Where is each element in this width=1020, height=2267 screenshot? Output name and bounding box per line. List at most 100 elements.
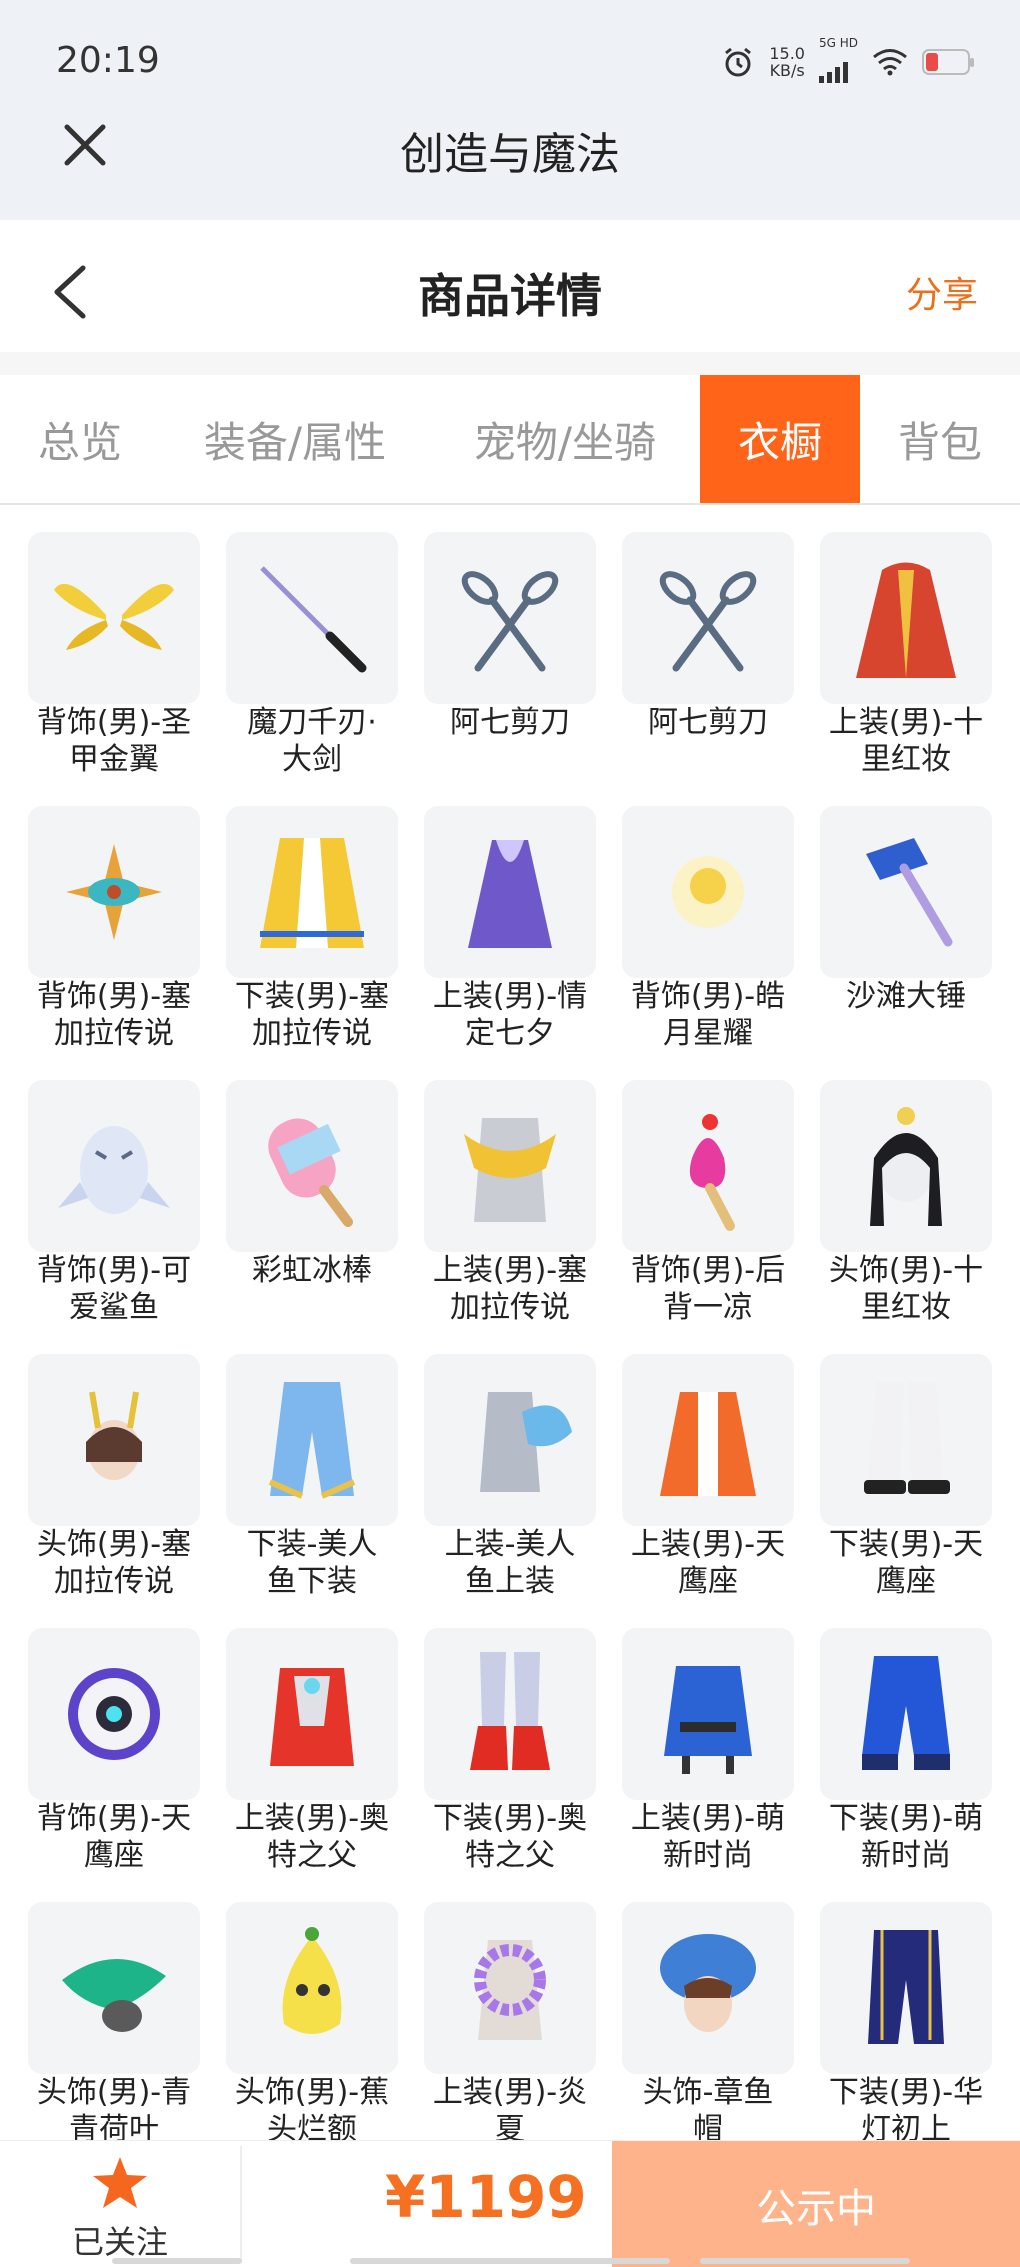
item-name-line: 下装(男)-奥 [432,1801,588,1836]
wardrobe-grid: 背饰(男)-圣 甲金翼 魔刀千刃· 大剑 阿七剪刀 阿七剪刀 上装(男)-十 里红妆 背饰(男)… [0,505,1020,2141]
signal-label: 5G HD [818,35,858,50]
golden-skirt-icon [226,806,398,978]
price: ¥1199 [385,2163,587,2231]
divider [240,2146,242,2263]
item-name: 下装(男)-天 鹰座 [806,1526,1006,1600]
wardrobe-item[interactable]: 上装(男)-炎夏 [424,1902,596,2141]
banana-hat-icon [226,1902,398,2074]
wardrobe-item[interactable]: 上装(男)-塞 加拉传说 [424,1080,596,1326]
item-name-line: 加拉传说 [450,1290,570,1325]
item-name: 上装(男)-塞 加拉传说 [410,1252,610,1326]
glowing-orb-icon [622,806,794,978]
wardrobe-item[interactable]: 阿七剪刀 [424,532,596,741]
gesture-indicator [700,2258,910,2264]
wardrobe-item[interactable]: 头饰-章鱼帽 [622,1902,794,2141]
wardrobe-item[interactable]: 上装(男)-天 鹰座 [622,1354,794,1600]
item-name-line: 鹰座 [678,1564,738,1599]
wardrobe-item[interactable]: 上装(男)-奥 特之父 [226,1628,398,1874]
item-name: 背饰(男)-圣 甲金翼 [14,704,214,778]
item-name: 背饰(男)-塞 加拉传说 [14,978,214,1052]
flower-lei-icon [424,1902,596,2074]
item-name-line: 帽 [693,2112,723,2141]
wardrobe-item[interactable]: 背饰(男)-天 鹰座 [28,1628,200,1874]
wardrobe-item[interactable]: 上装(男)-情 定七夕 [424,806,596,1052]
section-divider [0,352,1020,376]
item-name-line: 头烂额 [267,2112,357,2141]
tab-item[interactable]: 总览 [0,375,160,503]
item-name-line: 大剑 [282,742,342,777]
net-speed: 15.0 KB/s [769,44,805,80]
item-name-line: 上装(男)-十 [828,705,984,740]
wardrobe-item[interactable]: 上装(男)-萌 新时尚 [622,1628,794,1874]
wardrobe-item[interactable]: 沙滩大锤 [820,806,992,1015]
item-name-line: 青荷叶 [69,2112,159,2141]
wardrobe-item[interactable]: 下装(男)-萌 新时尚 [820,1628,992,1874]
golden-eye-ornament-icon [28,806,200,978]
item-name-line: 加拉传说 [252,1016,372,1051]
item-name-line: 背饰(男)-后 [630,1253,786,1288]
item-name-line: 月星耀 [663,1016,753,1051]
wardrobe-item[interactable]: 彩虹冰棒 [226,1080,398,1289]
tab-item[interactable]: 装备/属性 [160,375,430,503]
item-name: 上装(男)-萌 新时尚 [608,1800,808,1874]
wardrobe-item[interactable]: 魔刀千刃· 大剑 [226,532,398,778]
follow-button[interactable]: 已关注 [50,2155,190,2263]
item-name-line: 灯初上 [861,2112,951,2141]
wardrobe-item[interactable]: 阿七剪刀 [622,532,794,741]
item-name-line: 夏 [495,2112,525,2141]
wardrobe-item[interactable]: 头饰(男)-青 青荷叶 [28,1902,200,2141]
item-name-line: 新时尚 [861,1838,951,1873]
item-name-line: 下装(男)-天 [828,1527,984,1562]
item-name: 上装-美人 鱼上装 [410,1526,610,1600]
wardrobe-item[interactable]: 头饰(男)-塞 加拉传说 [28,1354,200,1600]
item-name-line: 背一凉 [663,1290,753,1325]
wardrobe-item[interactable]: 上装-美人 鱼上装 [424,1354,596,1600]
bottom-action-bar: 已关注 ¥1199 公示中 [0,2140,1020,2267]
wardrobe-item[interactable]: 背饰(男)-可 爱鲨鱼 [28,1080,200,1326]
app-top-bar: 20:19 15.0 KB/s 5G HD 创造与魔法 [0,0,1020,220]
item-name: 下装(男)-华 灯初上 [806,2074,1006,2141]
wardrobe-item[interactable]: 背饰(男)-后 背一凉 [622,1080,794,1326]
wardrobe-item[interactable]: 背饰(男)-塞 加拉传说 [28,806,200,1052]
wardrobe-item[interactable]: 背饰(男)-圣 甲金翼 [28,532,200,778]
golden-wings-icon [28,532,200,704]
wardrobe-item[interactable]: 下装(男)-华 灯初上 [820,1902,992,2141]
wifi-icon [873,49,907,76]
item-name: 背饰(男)-皓 月星耀 [608,978,808,1052]
share-button[interactable]: 分享 [906,266,978,318]
tab-item[interactable]: 背包 [860,375,1020,503]
shark-icon [28,1080,200,1252]
status-button[interactable]: 公示中 [612,2141,1020,2267]
wardrobe-item[interactable]: 背饰(男)-皓 月星耀 [622,806,794,1052]
tab-bar: 总览 装备/属性 宠物/坐骑 衣橱 背包 [0,375,1020,505]
wardrobe-item[interactable]: 上装(男)-十 里红妆 [820,532,992,778]
item-name-line: 背饰(男)-圣 [36,705,192,740]
item-name-line: 头饰(男)-蕉 [234,2075,390,2110]
wardrobe-item[interactable]: 下装(男)-奥 特之父 [424,1628,596,1874]
item-name-line: 背饰(男)-塞 [36,979,192,1014]
item-name-line: 背饰(男)-皓 [630,979,786,1014]
item-name-line: 上装-美人 [444,1527,576,1562]
signal-bars-icon [818,61,858,83]
item-name-line: 里红妆 [861,1290,951,1325]
orange-jacket-icon [622,1354,794,1526]
tab-item[interactable]: 宠物/坐骑 [430,375,700,503]
white-boots-icon [820,1354,992,1526]
item-name: 头饰-章鱼帽 [608,2074,808,2141]
item-name: 沙滩大锤 [806,978,1006,1015]
wardrobe-item[interactable]: 头饰(男)-蕉 头烂额 [226,1902,398,2141]
item-name-line: 背饰(男)-可 [36,1253,192,1288]
tab-item[interactable]: 衣橱 [700,375,860,503]
item-name-line: 甲金翼 [69,742,159,777]
scissors-icon [424,532,596,704]
item-name-line: 头饰(男)-十 [828,1253,984,1288]
wardrobe-item[interactable]: 下装(男)-塞 加拉传说 [226,806,398,1052]
blue-trousers-icon [820,1628,992,1800]
status-time: 20:19 [56,40,160,81]
item-name-line: 特之父 [267,1838,357,1873]
wardrobe-item[interactable]: 下装-美人 鱼下装 [226,1354,398,1600]
wardrobe-item[interactable]: 下装(男)-天 鹰座 [820,1354,992,1600]
status-icons: 15.0 KB/s 5G HD [721,36,974,84]
wardrobe-item[interactable]: 头饰(男)-十 里红妆 [820,1080,992,1326]
octopus-hat-icon [622,1902,794,2074]
